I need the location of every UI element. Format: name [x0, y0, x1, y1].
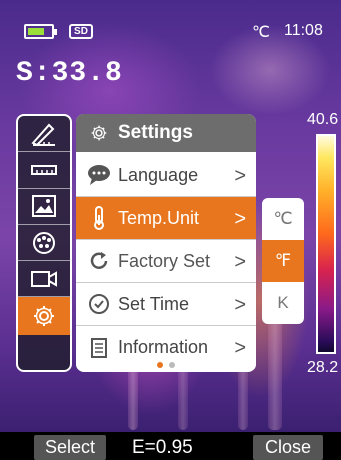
- spot-temperature: S:33.8: [16, 58, 123, 89]
- bottom-bar: Select E=0.95 Close: [0, 432, 341, 460]
- menu-item-label: Information: [118, 337, 209, 357]
- chevron-right-icon: >: [234, 294, 246, 316]
- status-bar: SD ℃ 11:08: [0, 18, 341, 44]
- settings-gear-icon: [34, 306, 54, 327]
- menu-item-factory-set[interactable]: Factory Set >: [76, 240, 256, 283]
- clock-icon: [86, 291, 112, 317]
- menu-item-label: Language: [118, 164, 199, 185]
- menu-item-set-time[interactable]: Set Time >: [76, 283, 256, 326]
- page-dot: [169, 362, 175, 368]
- sd-card-icon: SD: [69, 24, 93, 39]
- ruler-icon: [31, 164, 57, 175]
- scale-min-value: 28.2: [307, 359, 339, 376]
- menu-item-language[interactable]: Language >: [76, 154, 256, 197]
- speech-bubble-icon: [86, 162, 112, 188]
- page-dot-active: [157, 362, 163, 368]
- settings-panel: Settings Language > Temp.Unit > Factory …: [76, 114, 256, 372]
- tool-video[interactable]: [18, 261, 70, 298]
- battery-icon: [24, 24, 57, 39]
- chevron-right-icon: >: [234, 251, 246, 273]
- unit-option-celsius[interactable]: ℃: [262, 198, 304, 240]
- tool-ruler[interactable]: [18, 152, 70, 189]
- color-scale-bar: [316, 134, 336, 354]
- video-icon: [31, 270, 57, 287]
- tool-settings[interactable]: [18, 297, 70, 336]
- chevron-right-icon: >: [234, 165, 246, 187]
- palette-icon: [33, 231, 55, 254]
- clock-time: 11:08: [284, 22, 323, 39]
- unit-option-fahrenheit[interactable]: ℉: [262, 240, 304, 282]
- page-indicator: [76, 362, 256, 368]
- tool-measure[interactable]: [18, 116, 70, 153]
- temp-unit-indicator: ℃: [252, 24, 270, 41]
- measure-tool-icon: [31, 123, 55, 146]
- tool-palette[interactable]: [18, 225, 70, 262]
- settings-gear-icon: [91, 125, 107, 141]
- side-toolbar: [16, 114, 72, 372]
- menu-item-label: Factory Set: [118, 250, 211, 271]
- tool-image[interactable]: [18, 189, 70, 225]
- settings-title: Settings: [118, 122, 193, 143]
- unit-option-kelvin[interactable]: K: [262, 282, 304, 324]
- temp-unit-submenu: ℃ ℉ K: [262, 198, 304, 324]
- select-button[interactable]: Select: [34, 435, 106, 460]
- menu-item-label: Set Time: [118, 293, 190, 314]
- emissivity-value: E=0.95: [132, 437, 193, 458]
- settings-header: Settings: [76, 114, 256, 154]
- chevron-right-icon: >: [234, 337, 246, 359]
- chevron-right-icon: >: [234, 208, 246, 230]
- menu-item-label: Temp.Unit: [118, 207, 200, 228]
- document-icon: [86, 335, 112, 361]
- thermometer-icon: [86, 205, 112, 231]
- close-button[interactable]: Close: [253, 435, 323, 460]
- menu-item-temp-unit[interactable]: Temp.Unit >: [76, 197, 256, 240]
- scale-max-value: 40.6: [307, 111, 339, 128]
- image-icon: [32, 195, 56, 218]
- reset-icon: [86, 248, 112, 274]
